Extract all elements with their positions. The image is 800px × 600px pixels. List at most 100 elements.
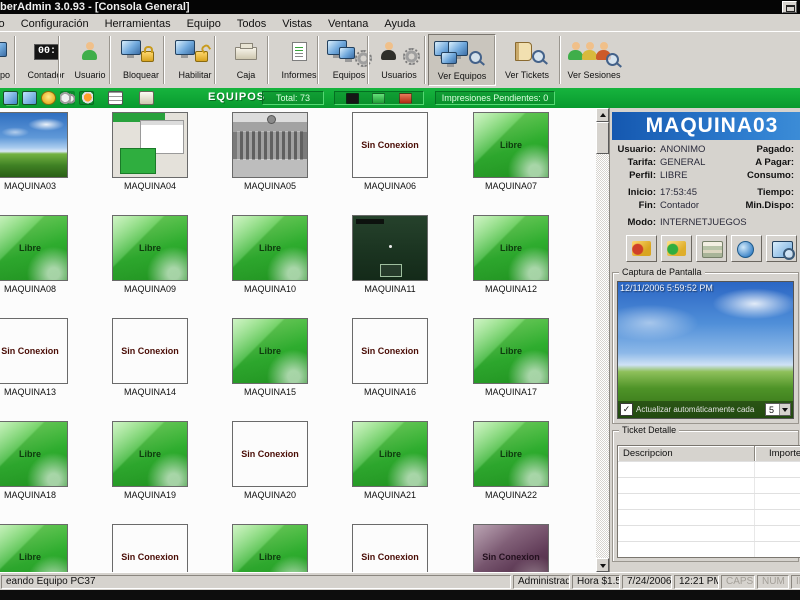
screen-icon xyxy=(772,241,793,258)
machine-tile[interactable]: Libre xyxy=(473,112,549,178)
ticket-row xyxy=(618,477,800,493)
machine-name-label: MAQUINA17 xyxy=(463,387,559,397)
usuarios-icon xyxy=(371,34,427,70)
menu-ayuda[interactable]: Ayuda xyxy=(376,16,423,31)
computers-icon[interactable] xyxy=(3,91,18,105)
machine-tile[interactable]: Libre xyxy=(0,215,68,281)
keypad-icon[interactable] xyxy=(108,91,123,105)
ver-sesiones-button[interactable]: Ver Sesiones xyxy=(563,34,625,86)
field-label: Modo: xyxy=(612,217,656,228)
auto-refresh-checkbox[interactable] xyxy=(620,403,633,416)
machine-tile[interactable]: Libre xyxy=(473,421,549,487)
auto-refresh-label: Actualizar automáticamente cada xyxy=(636,405,765,414)
ver-equipos-button[interactable]: Ver Equipos xyxy=(428,34,496,86)
machine-name-label: MAQUINA14 xyxy=(102,387,198,397)
scroll-up-button[interactable] xyxy=(596,108,609,122)
offline-icon xyxy=(399,93,412,104)
toolbar-separator xyxy=(14,36,16,84)
machine-tile[interactable] xyxy=(112,112,188,178)
machine-name-label: MAQUINA05 xyxy=(222,181,318,191)
machine-tile[interactable]: Sin Conexion xyxy=(232,421,308,487)
machine-tile[interactable]: Libre xyxy=(352,421,428,487)
tile-status-text: Libre xyxy=(233,216,307,280)
tile-status-text: Libre xyxy=(233,525,307,572)
menu-todos[interactable]: Todos xyxy=(229,16,274,31)
status-panel-administrador: Administrador xyxy=(513,575,570,589)
scroll-down-button[interactable] xyxy=(596,558,609,572)
menu-equipo[interactable]: Equipo xyxy=(179,16,229,31)
ver-equipos-icon xyxy=(429,35,495,71)
machine-name-label: MAQUINA22 xyxy=(463,490,559,500)
machine-tile[interactable]: Libre xyxy=(473,318,549,384)
field-value: LIBRE xyxy=(660,170,687,181)
ticket-cell xyxy=(755,542,800,557)
tile-status-text: Libre xyxy=(474,113,548,177)
field-label: Inicio: xyxy=(612,187,656,198)
machine-name-label: MAQUINA10 xyxy=(222,284,318,294)
field-label: Pagado: xyxy=(710,144,794,155)
machine-tile[interactable]: Sin Conexion xyxy=(112,318,188,384)
unlock-action-button[interactable] xyxy=(661,235,692,262)
machine-tile[interactable]: Sin Conexion xyxy=(352,112,428,178)
toolbar-separator xyxy=(109,36,111,84)
status-legend xyxy=(334,91,424,105)
scroll-thumb[interactable] xyxy=(596,122,609,154)
refresh-interval-select[interactable]: 5 xyxy=(765,403,791,416)
ticket-cell xyxy=(755,478,800,493)
screen-action-button[interactable] xyxy=(766,235,797,262)
toolbar: EquipoContadorUsuarioBloquearHabilitarCa… xyxy=(0,31,800,90)
caja-button[interactable]: Caja xyxy=(218,34,274,86)
machine-tile[interactable]: Libre xyxy=(473,215,549,281)
grid-scrollbar[interactable] xyxy=(596,108,609,572)
status-panel-ins: INS xyxy=(791,575,800,589)
menu-herramientas[interactable]: Herramientas xyxy=(97,16,179,31)
printer-icon[interactable] xyxy=(139,91,154,105)
equipos-info-bar: EQUIPOS Total: 73 Impresiones Pendientes… xyxy=(0,88,800,108)
machine-tile[interactable]: Libre xyxy=(232,524,308,572)
machine-name-label: MAQUINA04 xyxy=(102,181,198,191)
menu-archivo[interactable]: Archivo xyxy=(0,16,13,31)
machine-name-label: MAQUINA06 xyxy=(342,181,438,191)
machine-tile[interactable]: Sin Conexion xyxy=(112,524,188,572)
menu-vistas[interactable]: Vistas xyxy=(274,16,320,31)
machine-tile[interactable]: Libre xyxy=(0,524,68,572)
menu-ventana[interactable]: Ventana xyxy=(320,16,376,31)
machine-tile[interactable]: Sin Conexion xyxy=(0,318,68,384)
cash-action-button[interactable] xyxy=(696,235,727,262)
machine-tile[interactable] xyxy=(352,215,428,281)
menu-configuracion[interactable]: Configuración xyxy=(13,16,97,31)
machine-tile[interactable] xyxy=(232,112,308,178)
ver-tickets-button[interactable]: Ver Tickets xyxy=(498,34,556,86)
machine-tile[interactable] xyxy=(0,112,68,178)
bloquear-button[interactable]: Bloquear xyxy=(113,34,169,86)
machine-tile[interactable]: Libre xyxy=(232,318,308,384)
chevron-down-icon[interactable] xyxy=(779,404,790,415)
ticket-row xyxy=(618,541,800,557)
status-panel-hora-1-50: Hora $1.50 xyxy=(572,575,620,589)
gear-orange-icon[interactable] xyxy=(79,91,94,105)
machine-grid: MAQUINA03 MAQUINA04 MAQUINA05 Sin Conexion M… xyxy=(0,108,596,572)
machine-tile[interactable]: Libre xyxy=(112,421,188,487)
bloquear-icon xyxy=(113,34,169,70)
lamp-icon[interactable] xyxy=(41,91,56,105)
machine-tile[interactable]: Libre xyxy=(0,421,68,487)
field-label: Consumo: xyxy=(710,170,794,181)
globe-action-button[interactable] xyxy=(731,235,762,262)
ticket-row xyxy=(618,461,800,477)
machine-tile[interactable]: Sin Conexion xyxy=(352,524,428,572)
window-title: CyberAdmin 3.0.93 - [Consola General] xyxy=(0,0,190,14)
lock-action-button[interactable] xyxy=(626,235,657,262)
computer-user-icon[interactable] xyxy=(22,91,37,105)
machine-tile[interactable]: Libre xyxy=(112,215,188,281)
infobar-title: EQUIPOS xyxy=(208,91,265,103)
cash-icon xyxy=(702,241,723,258)
machine-tile[interactable]: Sin Conexion xyxy=(352,318,428,384)
machine-tile[interactable]: Libre xyxy=(232,215,308,281)
window-restore-button[interactable] xyxy=(782,1,797,13)
usuarios-button[interactable]: Usuarios xyxy=(371,34,427,86)
total-count: Total: 73 xyxy=(262,91,324,105)
ver-tickets-icon xyxy=(498,34,556,70)
gears-icon[interactable] xyxy=(60,91,75,105)
machine-name-label: MAQUINA03 xyxy=(0,181,78,191)
machine-tile[interactable]: Sin Conexion xyxy=(473,524,549,572)
